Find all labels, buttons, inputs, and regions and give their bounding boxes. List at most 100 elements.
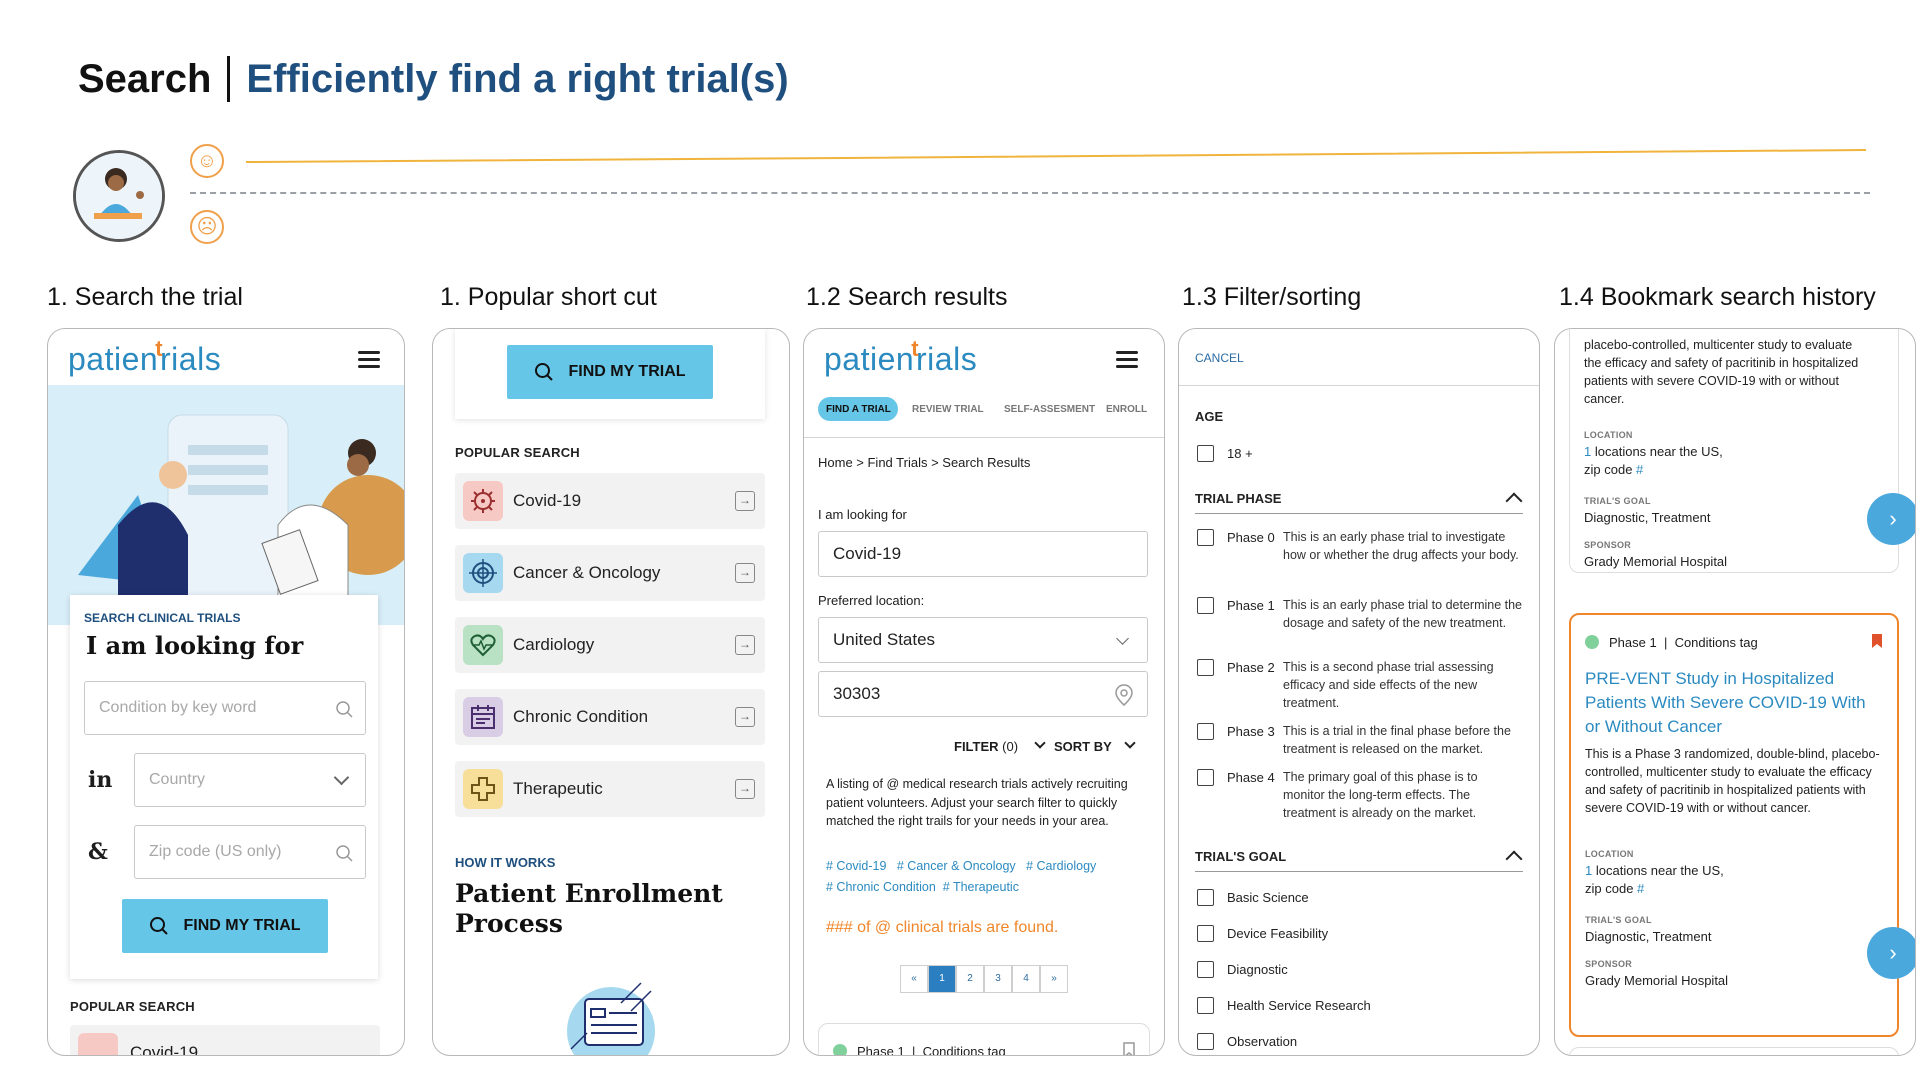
card-sponsor: Grady Memorial Hospital	[1584, 554, 1728, 569]
card-location: 1 locations near the US, zip code #	[1584, 444, 1723, 477]
tab-self-assessment[interactable]: SELF-ASSESMENT	[1004, 404, 1095, 415]
tab-review-trial[interactable]: REVIEW TRIAL	[912, 404, 984, 415]
goal-device-feasibility-checkbox[interactable]	[1197, 925, 1214, 942]
arrow-right-icon: →	[735, 563, 755, 583]
tag-row-1: # Covid-19 # Cancer & Oncology # Cardiol…	[826, 859, 1096, 873]
phase-4-checkbox[interactable]	[1197, 769, 1214, 786]
condition-input[interactable]: Covid-19	[818, 531, 1148, 577]
looking-for-label: I am looking for	[818, 507, 907, 522]
tab-find-a-trial[interactable]: FIND A TRIAL	[818, 397, 898, 421]
title-divider	[227, 56, 231, 102]
popular-item-cancer[interactable]: Cancer & Oncology →	[455, 545, 765, 601]
find-my-trial-button[interactable]: FIND MY TRIAL	[122, 899, 328, 953]
tag-cancer[interactable]: # Cancer & Oncology	[897, 859, 1016, 873]
arrow-right-icon: →	[735, 707, 755, 727]
bookmark-filled-icon[interactable]	[1871, 633, 1883, 649]
find-my-trial-button[interactable]: FIND MY TRIAL	[507, 345, 713, 399]
arrow-right-icon: →	[735, 491, 755, 511]
tab-enroll[interactable]: ENROLL	[1106, 404, 1147, 415]
search-icon	[336, 845, 353, 862]
amp-label: &	[88, 839, 108, 865]
tag-therapeutic[interactable]: # Therapeutic	[943, 880, 1019, 894]
result-card-previous[interactable]: placebo-controlled, multicenter study to…	[1569, 329, 1899, 573]
popular-item-covid[interactable]: Covid-19 →	[455, 473, 765, 529]
page-header: Search Efficiently find a right trial(s)	[78, 56, 789, 102]
calendar-icon	[463, 697, 503, 737]
status-dot	[1585, 635, 1599, 649]
logo: patientrials	[824, 336, 978, 377]
page-subtitle: Efficiently find a right trial(s)	[246, 56, 789, 101]
card-phase: Phase 1 | Conditions tag	[1609, 635, 1758, 650]
arrow-right-icon: →	[735, 779, 755, 799]
search-heading: SEARCH CLINICAL TRIALS	[84, 611, 241, 625]
pagination-page-4[interactable]: 4	[1012, 965, 1040, 993]
pagination-page-3[interactable]: 3	[984, 965, 1012, 993]
result-card-next-peek[interactable]	[1569, 1047, 1899, 1055]
bookmark-icon[interactable]	[1123, 1042, 1135, 1056]
phase-2-checkbox[interactable]	[1197, 659, 1214, 676]
goal-diagnostic-checkbox[interactable]	[1197, 961, 1214, 978]
phone-screen-popular: FIND MY TRIAL POPULAR SEARCH Covid-19 → …	[432, 328, 790, 1056]
logo: patientrials	[68, 336, 222, 377]
status-dot	[833, 1044, 847, 1055]
sort-by-button[interactable]: SORT BY	[1054, 739, 1112, 754]
popular-item-cardiology[interactable]: Cardiology →	[455, 617, 765, 673]
chevron-right-icon[interactable]: ›	[1867, 927, 1915, 979]
column-title-bookmark: 1.4 Bookmark search history	[1559, 283, 1876, 311]
card-title[interactable]: PRE-VENT Study in Hospitalized Patients …	[1585, 667, 1885, 739]
virus-icon	[463, 481, 503, 521]
popular-item-therapeutic[interactable]: Therapeutic →	[455, 761, 765, 817]
page-title: Search	[78, 56, 212, 101]
age-checkbox[interactable]	[1197, 445, 1214, 462]
chevron-up-icon[interactable]	[1505, 850, 1523, 868]
cancel-button[interactable]: CANCEL	[1195, 351, 1244, 365]
card-phase: Phase 1 | Conditions tag	[857, 1044, 1006, 1056]
goal-observation-checkbox[interactable]	[1197, 1033, 1214, 1050]
condition-input[interactable]: Condition by key word	[84, 681, 366, 735]
goal-health-service-checkbox[interactable]	[1197, 997, 1214, 1014]
popular-search-heading: POPULAR SEARCH	[455, 445, 580, 460]
breadcrumb[interactable]: Home > Find Trials > Search Results	[818, 455, 1030, 470]
chevron-right-icon[interactable]: ›	[1867, 493, 1915, 545]
trial-phase-heading: TRIAL PHASE	[1195, 491, 1282, 506]
persona-avatar	[73, 150, 165, 242]
menu-icon[interactable]	[1116, 351, 1138, 368]
bookmarked-result-card[interactable]: Phase 1 | Conditions tag PRE-VENT Study …	[1569, 613, 1899, 1037]
location-label: Preferred location:	[818, 593, 925, 608]
target-icon	[463, 553, 503, 593]
goal-basic-science-checkbox[interactable]	[1197, 889, 1214, 906]
phone-screen-results: patientrials FIND A TRIAL REVIEW TRIAL S…	[803, 328, 1165, 1056]
pagination-page-2[interactable]: 2	[956, 965, 984, 993]
chevron-up-icon[interactable]	[1505, 492, 1523, 510]
card-description: placebo-controlled, multicenter study to…	[1584, 338, 1859, 406]
country-select[interactable]: United States	[818, 617, 1148, 663]
filter-button[interactable]: FILTER (0)	[954, 739, 1018, 754]
menu-icon[interactable]	[358, 351, 380, 368]
column-title-search: 1. Search the trial	[47, 283, 243, 311]
phase-1-checkbox[interactable]	[1197, 597, 1214, 614]
popular-item-peek[interactable]: Covid-19	[70, 1025, 380, 1055]
pagination-next[interactable]: »	[1040, 965, 1068, 993]
tag-chronic[interactable]: # Chronic Condition	[826, 880, 936, 894]
zip-input[interactable]: Zip code (US only)	[134, 825, 366, 879]
card-sponsor: Grady Memorial Hospital	[1585, 973, 1729, 988]
chevron-down-icon	[1124, 737, 1136, 749]
country-select[interactable]: Country	[134, 753, 366, 807]
phase-0-checkbox[interactable]	[1197, 529, 1214, 546]
age-heading: AGE	[1195, 409, 1224, 424]
tag-covid[interactable]: # Covid-19	[826, 859, 886, 873]
plus-icon	[463, 769, 503, 809]
happy-face-icon: ☺	[190, 144, 224, 178]
looking-for-heading: I am looking for	[86, 631, 304, 660]
zip-input[interactable]: 30303	[818, 671, 1148, 717]
pagination-prev[interactable]: «	[900, 965, 928, 993]
phase-3-checkbox[interactable]	[1197, 723, 1214, 740]
emotion-line	[246, 149, 1866, 163]
pagination-page-1[interactable]: 1	[928, 965, 956, 993]
popular-item-chronic[interactable]: Chronic Condition →	[455, 689, 765, 745]
tag-cardiology[interactable]: # Cardiology	[1026, 859, 1096, 873]
sad-face-icon: ☹	[190, 210, 224, 244]
results-description: A listing of @ medical research trials a…	[826, 777, 1128, 828]
card-description: This is a Phase 3 randomized, double-bli…	[1585, 747, 1880, 815]
result-card-peek[interactable]: Phase 1 | Conditions tag	[818, 1023, 1150, 1056]
